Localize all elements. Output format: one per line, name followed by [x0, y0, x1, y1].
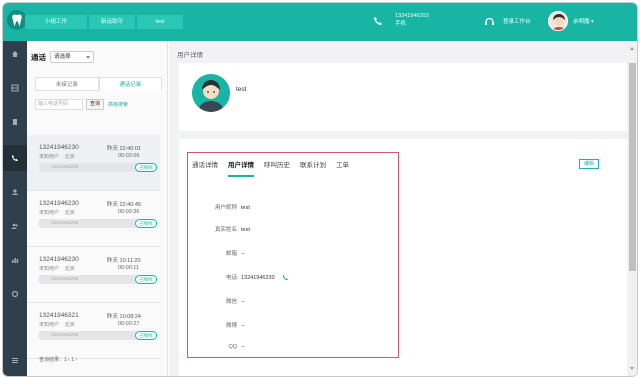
recording-bar[interactable]: 13241946205 [39, 219, 147, 228]
call-duration: 00:00:11 [118, 265, 140, 271]
tab-contact-plan[interactable]: 联系计划 [300, 159, 326, 177]
main-scrollbar[interactable] [627, 41, 637, 376]
call-number: 13241946230 [39, 144, 79, 151]
phone-nav-icon[interactable] [3, 145, 27, 171]
phone-icon[interactable] [373, 16, 383, 26]
app-window: 小组工作 新话助可 test 13241946203 手机 登录工作台 余明魔 … [2, 2, 638, 377]
recording-bar[interactable]: 13241946205 [39, 331, 147, 340]
call-status-badge[interactable]: 已接听 [135, 331, 157, 340]
search-button[interactable]: 查询 [86, 99, 105, 110]
page-title: 用户详情 [177, 52, 203, 59]
home-icon[interactable] [3, 41, 27, 67]
status-text[interactable]: 登录工作台 [503, 17, 531, 25]
call-status-badge[interactable]: 已接听 [135, 163, 157, 172]
top-tab-3[interactable]: test [137, 15, 183, 29]
users-nav-icon[interactable] [3, 213, 27, 239]
doc-icon[interactable] [3, 109, 27, 135]
field-realname: 真实姓名 test [214, 227, 250, 233]
call-time: 昨天 10:08:24 [107, 314, 141, 320]
call-duration: 00:00:27 [118, 321, 140, 327]
call-phone-icon[interactable] [282, 274, 289, 281]
field-nickname: 用户昵称 test [214, 205, 250, 211]
user-avatar[interactable] [548, 11, 568, 31]
side-rail [3, 41, 27, 376]
search-input[interactable]: 输入电话号码 [35, 99, 83, 110]
list-tabs: 未接记录 通话记录 [35, 77, 162, 91]
call-number: 13241946321 [39, 312, 79, 319]
filter-select[interactable]: 请选择 [50, 51, 94, 63]
call-duration: 00:02:06 [118, 153, 140, 159]
call-who: 未知用户 北京 [39, 210, 75, 216]
tab-missed[interactable]: 未接记录 [35, 77, 99, 91]
advanced-search-link[interactable]: 高级搜索 [108, 101, 128, 108]
main-content: 用户详情 test 通话详情 用户详情 呼叫历史 联系计划 工单 编辑 用户昵称… [169, 41, 627, 376]
call-time: 昨天 10:11:20 [107, 258, 141, 264]
call-who: 未知用户 北京 [39, 154, 75, 160]
recording-bar[interactable]: 13241946205 [39, 275, 147, 284]
call-item[interactable]: 13241946230 昨天 10:11:20 未知用户 北京 00:00:11… [27, 247, 160, 303]
user-nav-icon[interactable] [3, 179, 27, 205]
detail-card: 通话详情 用户详情 呼叫历史 联系计划 工单 编辑 用户昵称 test 真实姓名 t… [179, 139, 627, 376]
call-time: 昨天 22:40:45 [107, 202, 141, 208]
edit-button[interactable]: 编辑 [579, 159, 599, 169]
top-tab-2[interactable]: 新话助可 [89, 15, 135, 29]
call-item[interactable]: 13241946230 昨天 22:40:45 未知用户 北京 00:00:36… [27, 191, 160, 247]
detail-tabs: 通话详情 用户详情 呼叫历史 联系计划 工单 [192, 159, 359, 177]
field-phone: 电话 13241946230 [195, 273, 289, 281]
field-wechat: 微信 -- [225, 299, 245, 305]
menu-icon[interactable] [3, 347, 27, 373]
recording-bar[interactable]: 13241946205 [39, 163, 147, 172]
call-time: 昨天 22:40:01 [107, 146, 141, 152]
call-duration: 00:00:36 [118, 209, 140, 215]
top-bar: 小组工作 新话助可 test 13241946203 手机 登录工作台 余明魔 … [3, 3, 637, 41]
field-email: 邮箱 -- [225, 251, 245, 257]
call-number: 13241946230 [39, 200, 79, 207]
list-header: 通话 请选择 [31, 51, 94, 63]
grid-icon[interactable] [3, 75, 27, 101]
tab-user-detail[interactable]: 用户详情 [228, 159, 254, 177]
agent-number: 13241946203 手机 [395, 13, 429, 27]
tooth-logo-icon [7, 10, 27, 30]
tab-call-records[interactable]: 通话记录 [98, 77, 162, 91]
call-item[interactable]: 13241946321 昨天 10:08:24 未知用户 北京 00:00:27… [27, 303, 160, 359]
field-weibo: 微博 -- [225, 323, 245, 329]
gear-icon[interactable] [3, 281, 27, 307]
headset-icon[interactable] [484, 16, 495, 27]
call-list-panel: 通话 请选择 未接记录 通话记录 输入电话号码 查询 高级搜索 13241946… [27, 41, 188, 376]
call-status-badge[interactable]: 已接听 [135, 219, 157, 228]
user-display-name: test [236, 86, 247, 93]
user-name[interactable]: 余明魔 ▾ [573, 17, 594, 25]
user-header-card: test [179, 63, 627, 131]
field-qq: QQ -- [228, 344, 245, 350]
tab-call-history[interactable]: 呼叫历史 [264, 159, 290, 177]
call-status-badge[interactable]: 已接听 [135, 275, 157, 284]
tab-work-order[interactable]: 工单 [336, 159, 349, 177]
chart-nav-icon[interactable] [3, 247, 27, 273]
search-row: 输入电话号码 查询 高级搜索 [35, 99, 128, 110]
tab-call-detail[interactable]: 通话详情 [192, 159, 218, 177]
call-who: 未知用户 北京 [39, 322, 75, 328]
call-who: 未知用户 北京 [39, 266, 75, 272]
call-number: 13241946230 [39, 256, 79, 263]
top-tab-1[interactable]: 小组工作 [25, 15, 87, 29]
list-title: 通话 [31, 52, 46, 62]
pager[interactable]: 查询结果：1 ‹ 1 › [39, 356, 77, 363]
user-avatar-large [192, 74, 230, 112]
call-item[interactable]: 13241946230 昨天 22:40:01 未知用户 北京 00:02:06… [27, 135, 160, 191]
